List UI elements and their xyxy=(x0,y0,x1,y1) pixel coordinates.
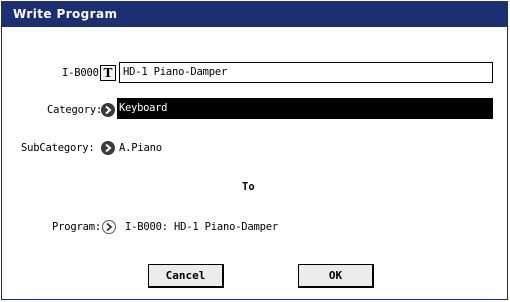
program-popup-icon[interactable] xyxy=(102,220,116,234)
ok-button[interactable]: OK xyxy=(298,264,374,288)
write-program-dialog: Write Program I-B000: T HD-1 Piano-Dampe… xyxy=(1,1,508,300)
program-name-field[interactable]: HD-1 Piano-Damper xyxy=(119,62,493,83)
category-value[interactable]: Keyboard xyxy=(117,98,493,119)
dialog-title: Write Program xyxy=(2,2,507,27)
cancel-button[interactable]: Cancel xyxy=(148,264,224,288)
subcategory-label: SubCategory: xyxy=(21,142,95,154)
bank-label: I-B000: xyxy=(62,67,105,79)
category-label: Category: xyxy=(47,104,103,116)
subcategory-popup-icon[interactable] xyxy=(101,141,115,155)
to-label: To xyxy=(242,181,255,193)
category-popup-icon[interactable] xyxy=(101,103,115,117)
subcategory-value[interactable]: A.Piano xyxy=(119,142,162,154)
text-edit-button[interactable]: T xyxy=(100,65,116,81)
program-destination-value[interactable]: I-B000: HD-1 Piano-Damper xyxy=(125,221,278,233)
program-label: Program: xyxy=(52,221,101,233)
